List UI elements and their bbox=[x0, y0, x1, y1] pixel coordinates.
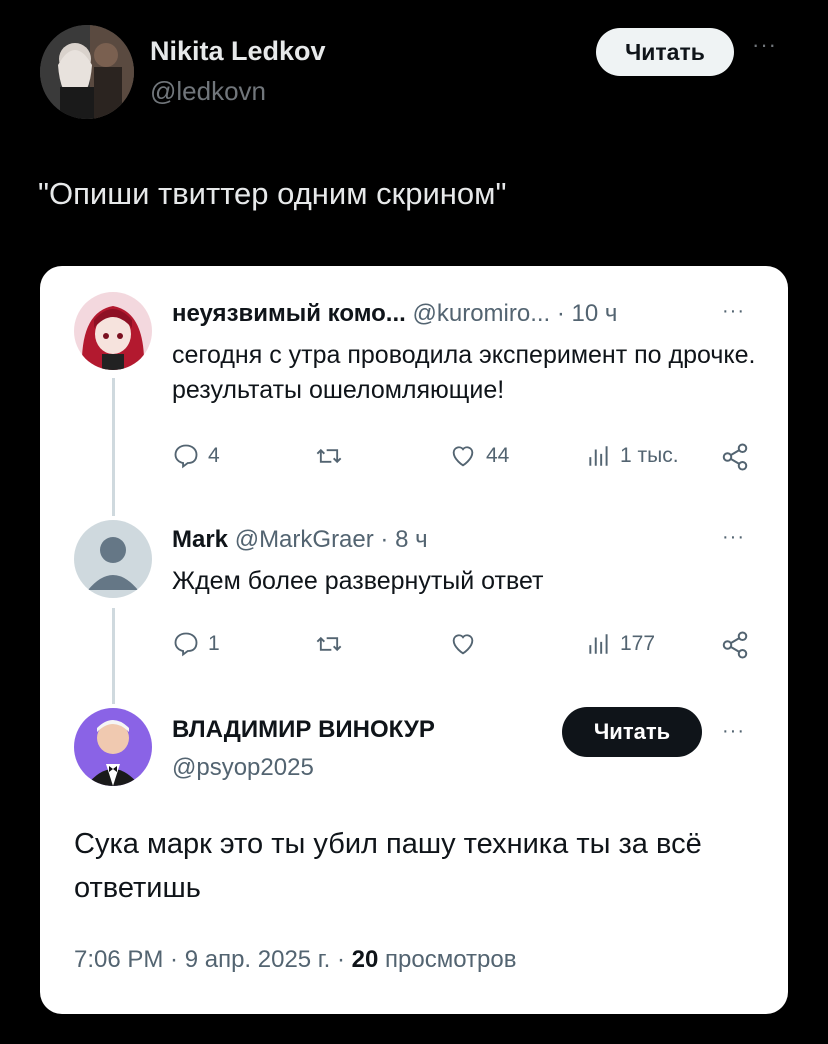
retweet-button[interactable] bbox=[314, 630, 352, 658]
views-icon bbox=[589, 446, 608, 466]
views-count: 1 тыс. bbox=[620, 444, 679, 467]
thread-line bbox=[112, 608, 115, 704]
retweet-icon bbox=[316, 448, 342, 464]
tweet-text: сегодня с утра проводила эксперимент по … bbox=[172, 341, 756, 404]
share-button[interactable] bbox=[720, 630, 750, 660]
reply-count: 4 bbox=[208, 444, 220, 467]
thread-line bbox=[112, 378, 115, 516]
author-handle[interactable]: @kuromiro... bbox=[412, 300, 550, 327]
tweet-text: "Опиши твиттер одним скрином" bbox=[38, 176, 507, 211]
tweet-meta: 7:06 PM · 9 апр. 2025 г. · 20 просмотров bbox=[74, 946, 516, 974]
avatar[interactable] bbox=[74, 520, 152, 598]
timestamp[interactable]: 7:06 PM · 9 апр. 2025 г. · bbox=[74, 946, 352, 973]
like-icon bbox=[452, 634, 474, 655]
follow-button[interactable]: Читать bbox=[562, 707, 702, 757]
author-handle[interactable]: @MarkGraer bbox=[235, 526, 374, 553]
author-name[interactable]: ВЛАДИМИР ВИНОКУР bbox=[172, 716, 435, 744]
views-label: просмотров bbox=[378, 946, 517, 973]
follow-button[interactable]: Читать bbox=[596, 28, 734, 76]
display-name[interactable]: Nikita Ledkov bbox=[150, 36, 326, 67]
like-count: 44 bbox=[486, 444, 510, 467]
like-button[interactable] bbox=[448, 630, 486, 658]
reply-icon bbox=[174, 632, 198, 657]
author-name[interactable]: неуязвимый комо... bbox=[172, 300, 406, 327]
tweet-header: неуязвимый комо... @kuromiro... · 10 ч bbox=[172, 300, 617, 328]
reply-icon bbox=[174, 444, 198, 469]
like-icon bbox=[452, 446, 474, 467]
views-count: 20 bbox=[351, 946, 379, 973]
more-icon[interactable]: ··· bbox=[752, 32, 777, 58]
retweet-icon bbox=[316, 636, 342, 652]
more-icon[interactable]: ··· bbox=[722, 720, 745, 743]
main-tweet-text: Сука марк это ты убил пашу техника ты за… bbox=[74, 828, 702, 904]
views-count: 177 bbox=[620, 632, 656, 655]
share-icon bbox=[722, 443, 748, 471]
tweet-header: Mark @MarkGraer · 8 ч bbox=[172, 526, 428, 554]
timestamp[interactable]: · 8 ч bbox=[380, 526, 427, 553]
more-icon[interactable]: ··· bbox=[722, 300, 745, 323]
retweet-button[interactable] bbox=[314, 442, 352, 470]
user-handle[interactable]: @ledkovn bbox=[150, 76, 266, 107]
reply-button[interactable]: 4 bbox=[172, 442, 220, 470]
tweet-text: Ждем более развернутый ответ bbox=[172, 567, 544, 595]
author-handle[interactable]: @psyop2025 bbox=[172, 754, 314, 782]
views-button[interactable]: 177 bbox=[586, 630, 655, 658]
screenshot-card: неуязвимый комо... @kuromiro... · 10 ч ·… bbox=[40, 266, 788, 1014]
views-icon bbox=[589, 634, 608, 654]
share-icon bbox=[722, 631, 748, 659]
avatar[interactable] bbox=[74, 292, 152, 370]
avatar[interactable] bbox=[40, 25, 134, 119]
more-icon[interactable]: ··· bbox=[722, 526, 745, 549]
reply-button[interactable]: 1 bbox=[172, 630, 220, 658]
reply-count: 1 bbox=[208, 632, 220, 655]
views-button[interactable]: 1 тыс. bbox=[586, 442, 679, 470]
author-name[interactable]: Mark bbox=[172, 526, 228, 553]
timestamp[interactable]: · 10 ч bbox=[557, 300, 618, 327]
share-button[interactable] bbox=[720, 442, 750, 472]
avatar[interactable] bbox=[74, 708, 152, 786]
like-button[interactable]: 44 bbox=[448, 442, 509, 470]
